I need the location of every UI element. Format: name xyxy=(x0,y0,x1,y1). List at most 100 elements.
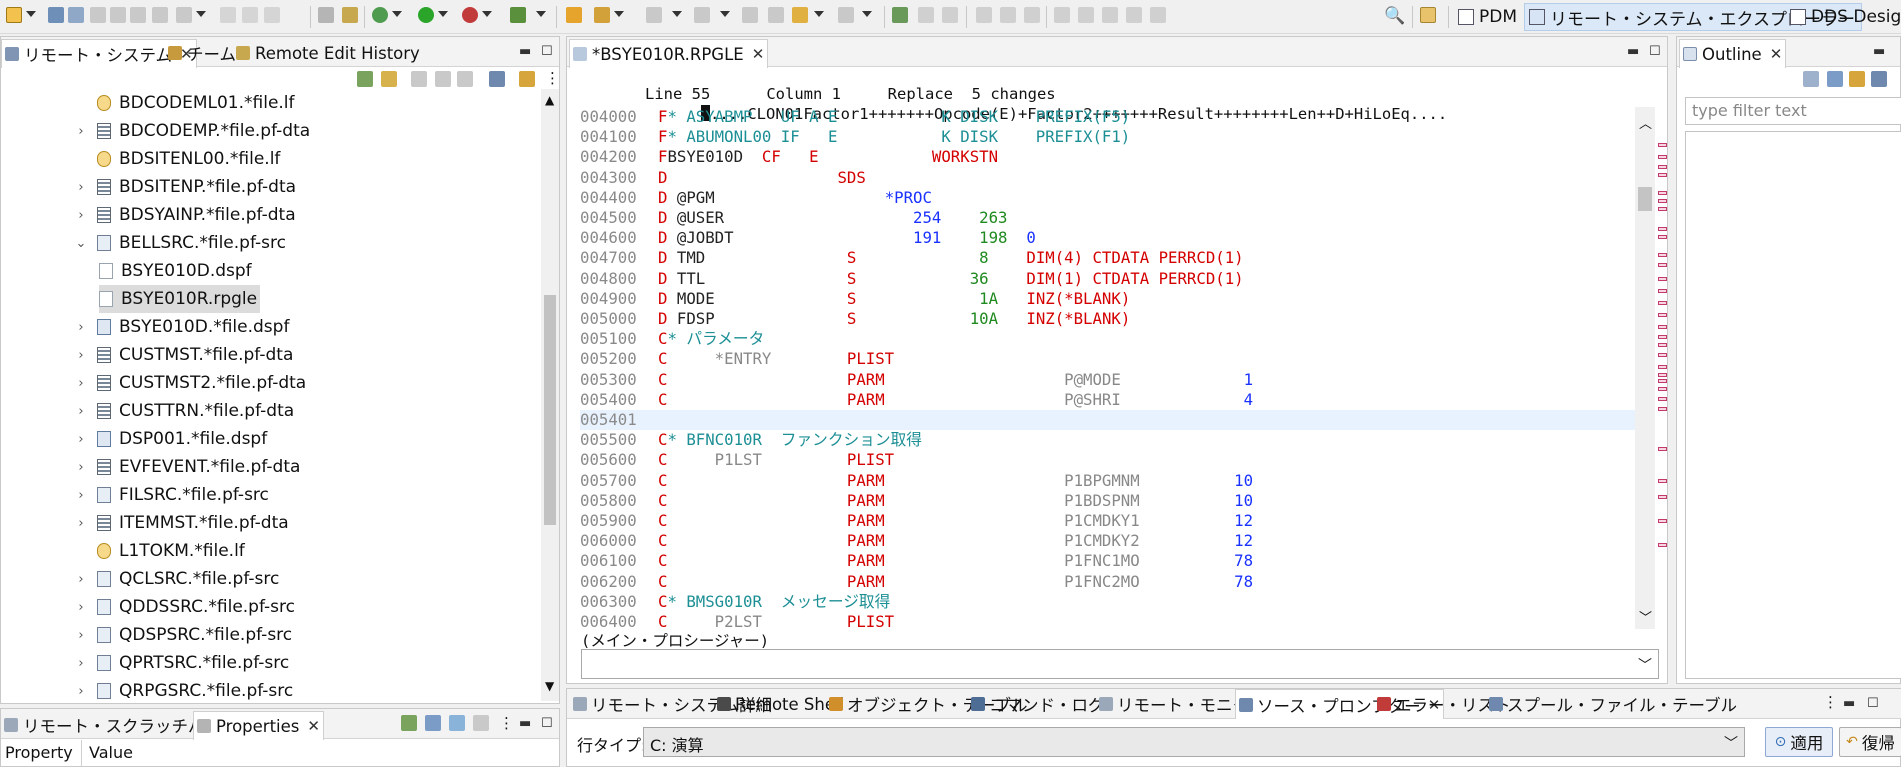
change-marker[interactable] xyxy=(1658,155,1667,159)
toolbar-icon-w[interactable] xyxy=(1054,7,1070,23)
minimize-icon[interactable]: ▬ xyxy=(1873,44,1885,59)
line-type-select[interactable]: C: 演算 ﹀ xyxy=(643,727,1745,757)
tree-item[interactable]: › QDSPSRC.*file.pf-src xyxy=(75,621,295,649)
scroll-down-icon[interactable]: ▼ xyxy=(545,679,554,693)
toolbar-icon-f[interactable] xyxy=(242,7,258,23)
toolbar-icon-d[interactable] xyxy=(176,7,192,23)
column-header-value[interactable]: Value xyxy=(89,743,133,762)
tree-item[interactable]: › CUSTTRN.*file.pf-dta xyxy=(75,397,297,425)
open-perspective-icon[interactable] xyxy=(1420,7,1436,23)
collapse-all-icon[interactable] xyxy=(1827,71,1843,87)
current-line[interactable]: 005401 xyxy=(580,410,1635,430)
code-line[interactable]: 004200 FBSYE010D CF E WORKSTN xyxy=(580,147,1635,167)
code-line[interactable]: 006100 C PARM P1FNC1MO 78 xyxy=(580,551,1635,571)
chevron-down-icon[interactable]: ⌄ xyxy=(75,236,87,251)
maximize-icon[interactable]: ☐ xyxy=(541,716,553,731)
code-line[interactable]: 005300 C PARM P@MODE 1 xyxy=(580,370,1635,390)
external-tools-dropdown-icon[interactable] xyxy=(482,11,492,17)
toolbar-icon-t[interactable] xyxy=(976,7,992,23)
column-header-property[interactable]: Property xyxy=(5,743,73,762)
tab-team[interactable]: チーム xyxy=(165,39,239,67)
tree-item[interactable]: › QDDSSRC.*file.pf-src xyxy=(75,593,298,621)
tab-outline[interactable]: Outline ✕ xyxy=(1679,39,1787,68)
change-marker[interactable] xyxy=(1658,397,1667,401)
chevron-down-icon[interactable]: ﹀ xyxy=(1638,655,1652,675)
tree-item[interactable]: › QRPGSRC.*file.pf-src xyxy=(75,677,296,701)
chevron-right-icon[interactable]: › xyxy=(75,488,87,503)
advanced-icon[interactable] xyxy=(473,715,489,731)
tree-item[interactable]: › QCLSRC.*file.pf-src xyxy=(75,565,282,593)
tab-remote-edit-history[interactable]: Remote Edit History xyxy=(233,39,423,67)
tree-item[interactable]: › QPRTSRC.*file.pf-src xyxy=(75,649,292,677)
change-marker[interactable] xyxy=(1658,191,1667,195)
change-marker[interactable] xyxy=(1658,495,1667,499)
tree-item[interactable]: BSYE010R.rpgle xyxy=(99,285,261,313)
change-marker[interactable] xyxy=(1658,353,1667,357)
toolbar-icon-r[interactable] xyxy=(918,7,934,23)
toolbar-icon-aa[interactable] xyxy=(1150,7,1166,23)
view-menu-icon[interactable]: ⋮ xyxy=(545,69,560,87)
filter-icon[interactable] xyxy=(449,715,465,731)
change-marker[interactable] xyxy=(1658,199,1667,203)
tree-item[interactable]: › BDCODEMP.*file.pf-dta xyxy=(75,117,313,145)
chevron-right-icon[interactable]: › xyxy=(75,460,87,475)
forward-icon[interactable] xyxy=(838,7,854,23)
toolbar-icon-n[interactable] xyxy=(694,7,710,23)
link-editor-icon[interactable] xyxy=(1849,71,1865,87)
pin-icon[interactable] xyxy=(401,715,417,731)
outline-filter-input[interactable]: type filter text xyxy=(1685,97,1901,125)
code-line[interactable]: 005500 C* BFNC010R ファンクション取得 xyxy=(580,430,1635,450)
change-marker[interactable] xyxy=(1658,519,1667,523)
change-marker[interactable] xyxy=(1658,313,1667,317)
toolbar-icon-s[interactable] xyxy=(942,7,958,23)
chevron-right-icon[interactable]: › xyxy=(75,516,87,531)
toolbar-icon-h[interactable] xyxy=(318,7,334,23)
chevron-right-icon[interactable]: › xyxy=(75,656,87,671)
code-line[interactable]: 004400 D @PGM *PROC xyxy=(580,188,1635,208)
back-dropdown-icon[interactable] xyxy=(814,11,824,17)
tab-bottom-1[interactable]: Remote Shell xyxy=(717,689,844,719)
perspective-dds-design[interactable]: DDS Design xyxy=(1786,3,1901,31)
code-line[interactable]: 005700 C PARM P1BPGMNM 10 xyxy=(580,471,1635,491)
change-marker[interactable] xyxy=(1658,325,1667,329)
editor-scrollbar-thumb[interactable] xyxy=(1638,187,1652,211)
change-marker[interactable] xyxy=(1658,343,1667,347)
new-dropdown-icon[interactable] xyxy=(26,11,36,17)
toolbar-icon-l[interactable] xyxy=(594,7,610,23)
code-line[interactable]: 004700 D TMD S 8 DIM(4) CTDATA PERRCD(1) xyxy=(580,248,1635,268)
chevron-right-icon[interactable]: › xyxy=(75,348,87,363)
toolbar-icon-a[interactable] xyxy=(110,7,126,23)
dropdown-icon[interactable] xyxy=(614,11,624,17)
code-line[interactable]: 005800 C PARM P1BDSPNM 10 xyxy=(580,491,1635,511)
chevron-right-icon[interactable]: › xyxy=(75,208,87,223)
toolbar-icon-p[interactable] xyxy=(768,7,784,23)
chevron-right-icon[interactable]: › xyxy=(75,432,87,447)
external-tools-icon[interactable] xyxy=(462,7,478,23)
close-icon[interactable]: ✕ xyxy=(1770,45,1783,63)
tab-bottom-7[interactable]: スプール・ファイル・テーブル xyxy=(1489,689,1737,719)
tree-item[interactable]: ⌄ BELLSRC.*file.pf-src xyxy=(75,229,289,257)
chevron-right-icon[interactable]: › xyxy=(75,376,87,391)
toolbar-icon-v[interactable] xyxy=(1024,7,1040,23)
outline-tree[interactable] xyxy=(1685,131,1901,679)
change-marker[interactable] xyxy=(1658,387,1667,391)
code-line[interactable]: 004800 D TTL S 36 DIM(1) CTDATA PERRCD(1) xyxy=(580,269,1635,289)
toolbar-icon-i[interactable] xyxy=(342,7,358,23)
toolbar-icon-g[interactable] xyxy=(264,7,280,23)
change-marker[interactable] xyxy=(1658,479,1667,483)
code-line[interactable]: 005200 C *ENTRY PLIST xyxy=(580,349,1635,369)
scroll-down-icon[interactable]: ﹀ xyxy=(1639,607,1652,626)
search-icon[interactable]: 🔍 xyxy=(1384,6,1405,26)
tree-item[interactable]: › CUSTMST.*file.pf-dta xyxy=(75,341,296,369)
toolbar-icon-x[interactable] xyxy=(1078,7,1094,23)
change-marker[interactable] xyxy=(1658,173,1667,177)
tree-item[interactable]: › CUSTMST2.*file.pf-dta xyxy=(75,369,309,397)
back-icon[interactable] xyxy=(411,71,427,87)
tab-properties[interactable]: Properties ✕ xyxy=(193,711,324,740)
dropdown-icon[interactable] xyxy=(672,11,682,17)
tree-item[interactable]: › ITEMMST.*file.pf-dta xyxy=(75,509,292,537)
sort-icon[interactable] xyxy=(1803,71,1819,87)
categories-icon[interactable] xyxy=(425,715,441,731)
toolbar-icon-k[interactable] xyxy=(566,7,582,23)
chevron-right-icon[interactable]: › xyxy=(75,320,87,335)
